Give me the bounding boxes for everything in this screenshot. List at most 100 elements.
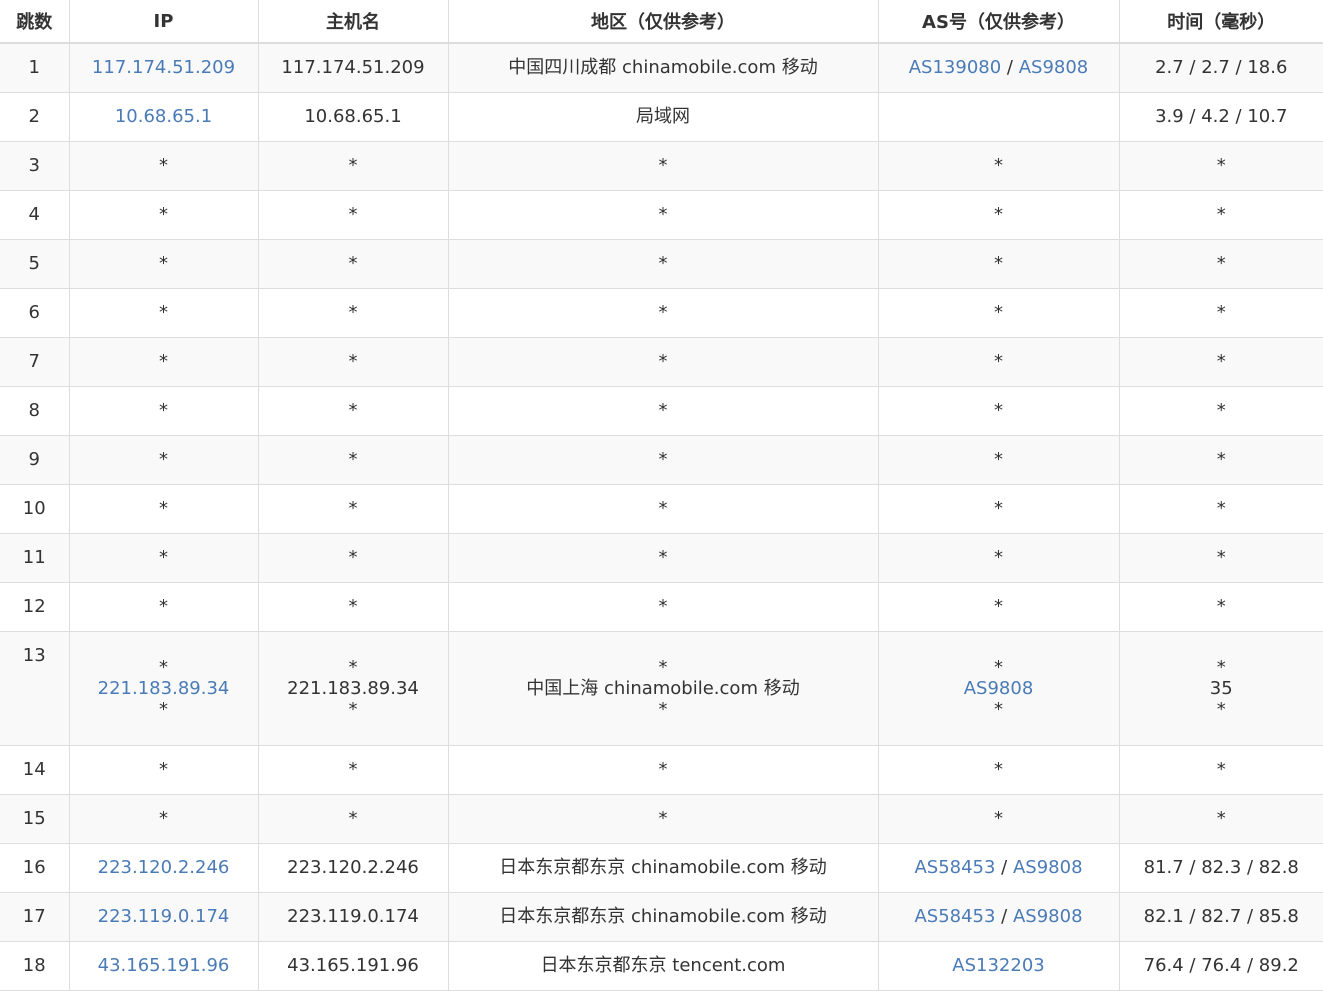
region-cell: *: [448, 289, 878, 338]
table-row: 1843.165.191.9643.165.191.96日本东京都东京 tenc…: [0, 942, 1323, 991]
as-link[interactable]: AS58453: [914, 857, 995, 878]
hostname-cell: *: [258, 240, 448, 289]
value-line: 35: [1120, 677, 1323, 701]
hostname-text: 117.174.51.209: [281, 57, 424, 78]
table-row: 6*****: [0, 289, 1323, 338]
star-placeholder: *: [449, 659, 878, 677]
hop-cell: 6: [0, 289, 69, 338]
hostname-cell: *: [258, 746, 448, 795]
as-separator: /: [1001, 57, 1019, 78]
header-time: 时间（毫秒）: [1119, 0, 1323, 43]
star-placeholder: *: [259, 659, 448, 677]
region-cell: 日本东京都东京 chinamobile.com 移动: [448, 844, 878, 893]
region-text: 日本东京都东京 chinamobile.com 移动: [499, 906, 826, 927]
region-cell: 局域网: [448, 93, 878, 142]
as-list: AS139080 / AS9808: [909, 57, 1089, 78]
hop-cell: 4: [0, 191, 69, 240]
region-cell: *: [448, 746, 878, 795]
as-cell: *AS9808*: [878, 632, 1119, 746]
table-row: 3*****: [0, 142, 1323, 191]
ip-cell: 43.165.191.96: [69, 942, 258, 991]
star-placeholder: *: [1120, 701, 1323, 719]
time-cell: *: [1119, 795, 1323, 844]
as-list: AS132203: [952, 955, 1044, 976]
as-cell: AS139080 / AS9808: [878, 43, 1119, 93]
as-link[interactable]: AS132203: [952, 955, 1044, 976]
as-list: AS9808: [964, 678, 1034, 699]
table-row: 10*****: [0, 485, 1323, 534]
ip-link[interactable]: 221.183.89.34: [98, 678, 230, 699]
region-cell: *: [448, 338, 878, 387]
time-cell: *: [1119, 436, 1323, 485]
table-row: 210.68.65.110.68.65.1局域网3.9 / 4.2 / 10.7: [0, 93, 1323, 142]
time-cell: *: [1119, 583, 1323, 632]
as-cell: *: [878, 240, 1119, 289]
as-link[interactable]: AS9808: [1013, 906, 1083, 927]
as-cell: AS58453 / AS9808: [878, 844, 1119, 893]
hostname-cell: 223.119.0.174: [258, 893, 448, 942]
as-link[interactable]: AS9808: [964, 678, 1034, 699]
table-row: 7*****: [0, 338, 1323, 387]
hop-cell: 5: [0, 240, 69, 289]
region-cell: *: [448, 485, 878, 534]
header-hop: 跳数: [0, 0, 69, 43]
table-row: 15*****: [0, 795, 1323, 844]
star-placeholder: *: [449, 701, 878, 719]
hop-cell: 7: [0, 338, 69, 387]
region-text: 日本东京都东京 tencent.com: [541, 955, 786, 976]
ip-cell: 10.68.65.1: [69, 93, 258, 142]
as-cell: *: [878, 338, 1119, 387]
ip-link[interactable]: 223.119.0.174: [98, 906, 230, 927]
as-link[interactable]: AS9808: [1019, 57, 1089, 78]
table-row: 11*****: [0, 534, 1323, 583]
time-cell: *: [1119, 387, 1323, 436]
value-line: 221.183.89.34: [70, 677, 258, 701]
time-cell: *: [1119, 485, 1323, 534]
region-text: 中国上海 chinamobile.com 移动: [526, 678, 799, 699]
as-link[interactable]: AS58453: [914, 906, 995, 927]
star-placeholder: *: [1120, 659, 1323, 677]
ip-cell: *: [69, 485, 258, 534]
hostname-cell: 223.120.2.246: [258, 844, 448, 893]
ip-link[interactable]: 117.174.51.209: [92, 57, 235, 78]
time-cell: *: [1119, 746, 1323, 795]
value-line: AS9808: [879, 677, 1119, 701]
as-cell: [878, 93, 1119, 142]
region-text: 中国四川成都 chinamobile.com 移动: [508, 57, 817, 78]
as-link[interactable]: AS9808: [1013, 857, 1083, 878]
hop-cell: 8: [0, 387, 69, 436]
hostname-cell: 117.174.51.209: [258, 43, 448, 93]
header-ip: IP: [69, 0, 258, 43]
as-separator: /: [995, 857, 1013, 878]
table-row: 1117.174.51.209117.174.51.209中国四川成都 chin…: [0, 43, 1323, 93]
hop-cell: 16: [0, 844, 69, 893]
value-line: 中国上海 chinamobile.com 移动: [449, 677, 878, 701]
ip-cell: *: [69, 142, 258, 191]
ip-cell: 223.119.0.174: [69, 893, 258, 942]
region-cell: 中国四川成都 chinamobile.com 移动: [448, 43, 878, 93]
region-text: 局域网: [636, 106, 690, 127]
as-cell: *: [878, 289, 1119, 338]
as-cell: *: [878, 485, 1119, 534]
ip-link[interactable]: 10.68.65.1: [115, 106, 212, 127]
region-cell: *: [448, 534, 878, 583]
hostname-cell: *: [258, 436, 448, 485]
hostname-cell: *: [258, 142, 448, 191]
ip-cell: *: [69, 583, 258, 632]
hostname-cell: *: [258, 534, 448, 583]
time-cell: 81.7 / 82.3 / 82.8: [1119, 844, 1323, 893]
hop-cell: 10: [0, 485, 69, 534]
time-cell: *: [1119, 338, 1323, 387]
header-hostname: 主机名: [258, 0, 448, 43]
as-cell: *: [878, 746, 1119, 795]
ip-link[interactable]: 43.165.191.96: [98, 955, 230, 976]
hostname-cell: *: [258, 289, 448, 338]
header-as: AS号（仅供参考）: [878, 0, 1119, 43]
as-separator: /: [995, 906, 1013, 927]
ip-cell: *: [69, 387, 258, 436]
ip-link[interactable]: 223.120.2.246: [98, 857, 230, 878]
table-row: 5*****: [0, 240, 1323, 289]
table-row: 8*****: [0, 387, 1323, 436]
as-link[interactable]: AS139080: [909, 57, 1001, 78]
ip-cell: *: [69, 746, 258, 795]
